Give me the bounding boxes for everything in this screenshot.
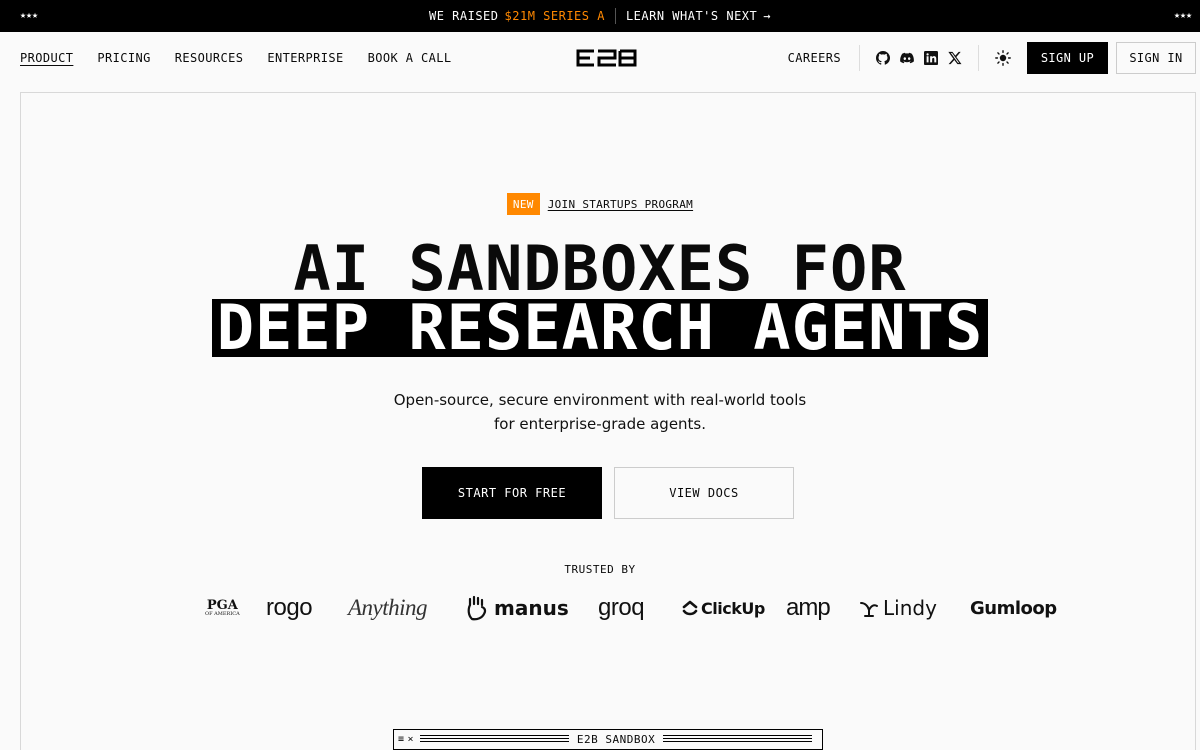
nav-link-enterprise[interactable]: ENTERPRISE [267, 51, 343, 65]
hero-subtitle: Open-source, secure environment with rea… [0, 388, 1200, 436]
titlebar-stripes-left [420, 735, 569, 744]
groq-logo: groq [598, 594, 645, 621]
close-icon[interactable]: × [408, 734, 415, 745]
anything-logo: Anything [348, 595, 428, 620]
titlebar-stripes-right [663, 735, 813, 744]
pga-logo-subtext: OF AMERICA [205, 610, 240, 617]
social-links [876, 51, 962, 65]
announcement-divider [614, 8, 616, 24]
linkedin-icon[interactable] [924, 51, 938, 65]
lindy-mark-icon [860, 602, 878, 617]
lindy-logo: Lindy [859, 590, 937, 626]
nav-links: PRODUCT PRICING RESOURCES ENTERPRISE BOO… [20, 32, 452, 84]
discord-icon[interactable] [900, 51, 914, 65]
new-badge: NEW [506, 193, 540, 215]
nav-link-pricing[interactable]: PRICING [97, 51, 150, 65]
lindy-logo-text: Lindy [883, 596, 937, 620]
clickup-chevron-icon [682, 600, 698, 616]
hero-title-line-2-text: DEEP RESEARCH AGENTS [211, 297, 989, 359]
hero-title-line-2: DEEP RESEARCH AGENTS [0, 297, 1200, 359]
sandbox-window-titlebar[interactable]: ≡ × E2B SANDBOX [393, 729, 823, 750]
gumloop-logo: Gumloop [970, 597, 1057, 619]
nav-link-book-a-call[interactable]: BOOK A CALL [368, 51, 452, 65]
nav-link-resources[interactable]: RESOURCES [175, 51, 244, 65]
start-for-free-button[interactable]: START FOR FREE [422, 467, 602, 519]
nav-link-careers[interactable]: CAREERS [788, 51, 841, 65]
nav-link-product[interactable]: PRODUCT [20, 51, 73, 65]
manus-hand-icon [467, 595, 487, 621]
announcement-center: WE RAISED $21M SERIES A LEARN WHAT'S NEX… [0, 0, 1200, 32]
learn-whats-next-label: LEARN WHAT'S NEXT [625, 9, 758, 23]
startups-badge: NEW JOIN STARTUPS PROGRAM [0, 193, 1200, 215]
view-docs-button[interactable]: VIEW DOCS [614, 467, 794, 519]
nav-separator [978, 45, 979, 71]
github-icon[interactable] [876, 51, 890, 65]
stars-decoration-right: ★★★ [1173, 10, 1192, 21]
announcement-raised-amount: $21M SERIES A [504, 9, 605, 23]
hero-title-line-1-text: AI SANDBOXES FOR [293, 232, 907, 305]
sign-in-button[interactable]: SIGN IN [1116, 42, 1196, 74]
sandbox-window-title: E2B SANDBOX [576, 733, 656, 746]
hero-subtitle-line-1: Open-source, secure environment with rea… [393, 391, 807, 409]
customer-logos: PGA OF AMERICA rogo Anything manus groq … [205, 590, 1065, 626]
manus-logo-text: manus [494, 596, 569, 620]
window-controls: ≡ × [398, 734, 414, 745]
clickup-logo-text: ClickUp [701, 598, 765, 618]
x-icon[interactable] [948, 51, 962, 65]
announcement-raised-prefix: WE RAISED [428, 9, 499, 23]
sun-icon [995, 50, 1011, 66]
nav-separator [859, 45, 860, 71]
arrow-right-icon: → [763, 9, 771, 23]
pga-logo-text: PGA [206, 597, 238, 613]
sign-up-button[interactable]: SIGN UP [1027, 42, 1108, 74]
announcement-raised[interactable]: WE RAISED $21M SERIES A [429, 9, 605, 23]
manus-logo: manus [466, 590, 569, 626]
pga-logo: PGA OF AMERICA [205, 590, 240, 626]
hero-subtitle-line-2: for enterprise-grade agents. [493, 415, 707, 433]
e2b-logo[interactable] [575, 49, 639, 67]
clickup-logo: ClickUp [682, 590, 765, 626]
theme-toggle-button[interactable] [995, 50, 1011, 66]
trusted-by-label: TRUSTED BY [564, 563, 636, 576]
rogo-logo: rogo [266, 594, 313, 621]
join-startups-program-link[interactable]: JOIN STARTUPS PROGRAM [548, 198, 693, 211]
menu-icon[interactable]: ≡ [398, 734, 405, 745]
hero-title-line-1: AI SANDBOXES FOR [0, 232, 1200, 305]
announcement-bar: ★★★ WE RAISED $21M SERIES A LEARN WHAT'S… [0, 0, 1200, 32]
top-navigation: PRODUCT PRICING RESOURCES ENTERPRISE BOO… [0, 32, 1200, 84]
amp-logo: amp [786, 594, 831, 621]
learn-whats-next-link[interactable]: LEARN WHAT'S NEXT → [626, 9, 771, 23]
nav-right: CAREERS SIGN UP SIGN IN [788, 32, 1196, 84]
